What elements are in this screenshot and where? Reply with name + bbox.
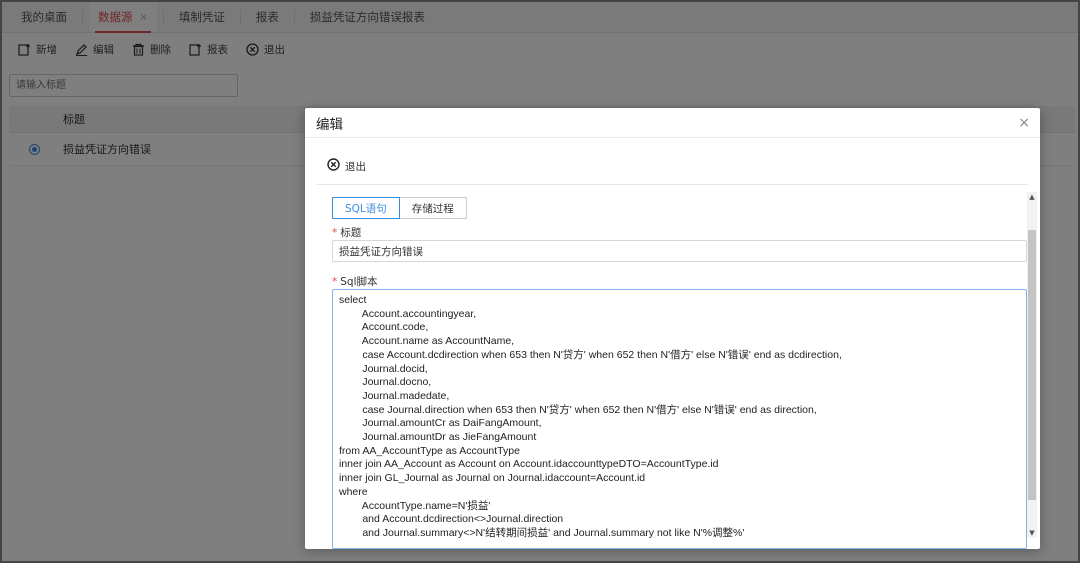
sql-line: case Account.dcdirection when 653 then N…: [339, 348, 842, 361]
dialog-exit-label: 退出: [345, 161, 366, 173]
sql-line: inner join AA_Account as Account on Acco…: [339, 458, 719, 471]
close-circle-icon: [327, 158, 340, 175]
scroll-up-icon[interactable]: ▲: [1027, 192, 1037, 202]
title-field-label: * 标题: [332, 225, 361, 240]
sql-line: case Journal.direction when 653 then N'贷…: [339, 403, 817, 416]
dialog-title: 编辑: [316, 116, 343, 133]
sql-line: AccountType.name=N'损益': [339, 499, 491, 512]
sql-line: Journal.docno,: [339, 376, 432, 389]
required-mark: *: [332, 227, 338, 239]
app-frame: 我的桌面 数据源 × 填制凭证 报表 损益凭证方向错误报表 新增 编辑: [0, 0, 1080, 563]
sql-line: inner join GL_Journal as Journal on Jour…: [339, 472, 646, 485]
sql-line: Journal.madedate,: [339, 389, 450, 402]
sql-line: Account.code,: [339, 321, 429, 334]
tab-stored-procedure[interactable]: 存储过程: [399, 197, 467, 219]
scroll-down-icon[interactable]: ▼: [1027, 528, 1037, 538]
sql-line: Journal.amountCr as DaiFangAmount,: [339, 417, 542, 430]
sql-field-label: * Sql脚本: [332, 274, 378, 289]
close-icon[interactable]: ×: [1018, 115, 1030, 131]
sql-script-editor[interactable]: select Account.accountingyear, Account.c…: [332, 289, 1027, 549]
sql-line: from AA_AccountType as AccountType: [339, 444, 520, 457]
title-label-text: 标题: [340, 227, 362, 239]
script-type-tabs: SQL语句 存储过程: [332, 197, 467, 219]
sql-line: Journal.docid,: [339, 362, 428, 375]
sql-line: select: [339, 294, 367, 306]
sql-line: and Journal.summary<>N'结转期间损益' and Journ…: [339, 526, 745, 539]
required-mark: *: [332, 276, 338, 288]
sql-line: Account.name as AccountName,: [339, 335, 515, 348]
scrollbar-thumb[interactable]: [1028, 230, 1036, 500]
edit-dialog: 编辑 × 退出 SQL语句 存储过程 * 标题 损益凭证方向错误 * Sql脚本 s…: [305, 108, 1040, 549]
sql-line: and Account.dcdirection<>Journal.directi…: [339, 513, 564, 526]
tab-sql-statement[interactable]: SQL语句: [332, 197, 400, 219]
dialog-body: SQL语句 存储过程 * 标题 损益凭证方向错误 * Sql脚本 select Ac…: [325, 189, 1027, 549]
sql-label-text: Sql脚本: [340, 276, 378, 288]
sql-line: Journal.amountDr as JieFangAmount: [339, 431, 537, 444]
title-field[interactable]: 损益凭证方向错误: [332, 240, 1027, 262]
sql-line: Account.accountingyear,: [339, 307, 477, 320]
sql-line: where: [339, 485, 368, 498]
dialog-header: 编辑: [305, 108, 1040, 138]
divider: [317, 184, 1028, 185]
dialog-exit-button[interactable]: 退出: [327, 158, 366, 175]
dialog-scrollbar[interactable]: ▲ ▼: [1027, 192, 1037, 538]
